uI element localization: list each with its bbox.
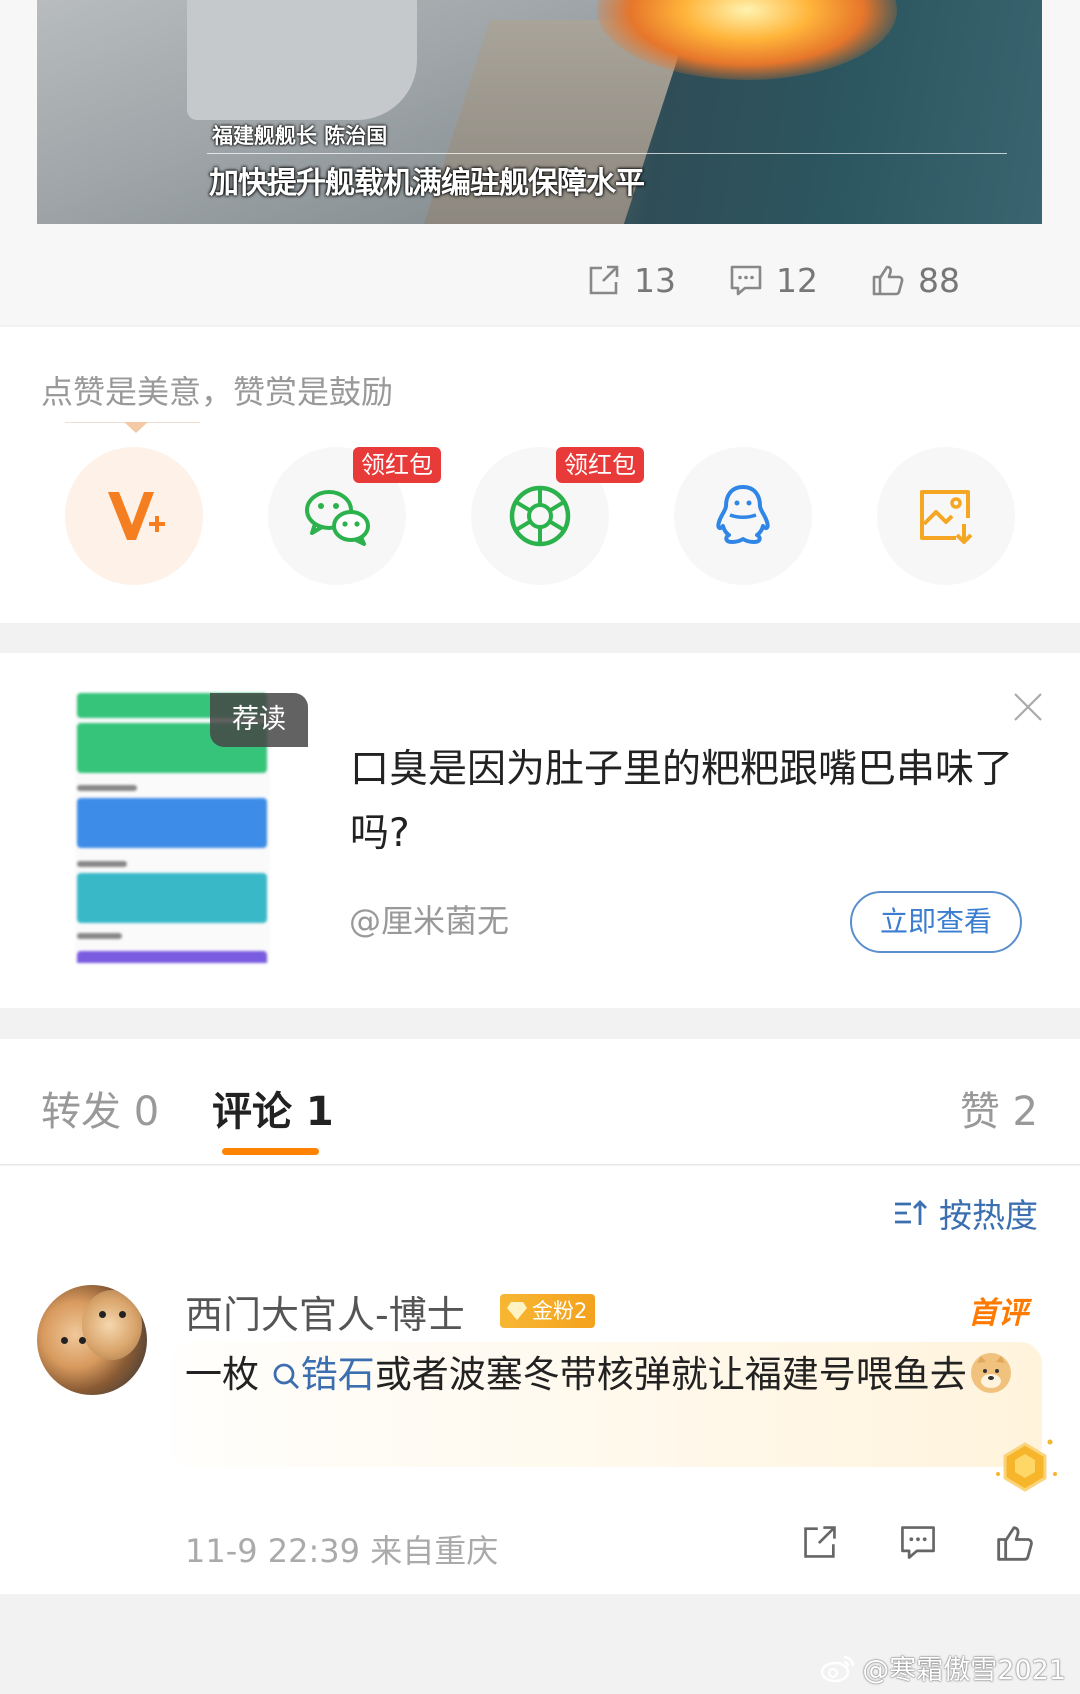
- post-action-bar: 13 12 88: [534, 258, 960, 302]
- tab-like[interactable]: 赞 2: [960, 1079, 1038, 1137]
- recommended-author[interactable]: @厘米菌无: [349, 896, 509, 942]
- qq-icon: [716, 485, 770, 544]
- comment-like-button[interactable]: [994, 1522, 1036, 1564]
- search-icon: [273, 1363, 299, 1389]
- ship-turret-image: [187, 0, 417, 120]
- like-count: 88: [918, 260, 960, 300]
- comment-username[interactable]: 西门大官人-博士: [185, 1284, 465, 1339]
- comment-repost-button[interactable]: [800, 1522, 840, 1562]
- repost-count: 13: [634, 260, 676, 300]
- share-qq-button[interactable]: [674, 447, 812, 585]
- video-caption-speaker: 福建舰舰长 陈治国: [212, 124, 388, 148]
- tab-repost[interactable]: 转发 0: [41, 1079, 159, 1137]
- caption-divider: [207, 153, 1007, 154]
- video-caption-subtitle: 加快提升舰载机满编驻舰保障水平: [209, 166, 645, 201]
- gold-medal-icon: [996, 1439, 1057, 1492]
- post-media-section: 福建舰舰长 陈治国 加快提升舰载机满编驻舰保障水平 13 12 88: [0, 0, 1080, 325]
- watermark-text: @寒霜傲雪2021: [862, 1655, 1066, 1686]
- avatar[interactable]: [37, 1285, 147, 1395]
- comment-icon: [730, 265, 762, 296]
- thumbs-up-icon: [872, 265, 904, 296]
- save-image-button[interactable]: [877, 447, 1015, 585]
- search-keyword-link[interactable]: 锆石: [301, 1353, 375, 1396]
- weibo-logo-icon: [821, 1655, 855, 1682]
- reward-hint: 点赞是美意，赞赏是鼓励: [41, 373, 394, 411]
- comment-text: 一枚 锆石或者波塞冬带核弹就让福建号喂鱼去: [185, 1346, 1035, 1404]
- red-packet-tag-moments: 领红包: [556, 447, 644, 483]
- gem-icon: [507, 1302, 527, 1320]
- close-recommended-button[interactable]: [1012, 691, 1044, 723]
- recommended-badge: 荐读: [210, 693, 308, 747]
- interaction-tabs: 转发 0 评论 1 赞 2: [0, 1039, 1080, 1165]
- fan-badge-label: 金粉2: [532, 1299, 588, 1323]
- comment-text-part: 或者波塞冬带核弹就让福建号喂鱼去: [374, 1353, 967, 1396]
- wechat-icon: [305, 490, 370, 546]
- sort-icon: [895, 1200, 927, 1225]
- fan-badge[interactable]: 金粉2: [500, 1294, 596, 1328]
- moments-icon: [509, 485, 571, 547]
- like-button[interactable]: 88: [870, 261, 960, 300]
- first-comment-label: 首评: [968, 1296, 1028, 1331]
- comment-reply-button[interactable]: [898, 1522, 938, 1562]
- view-now-button[interactable]: 立即查看: [850, 891, 1022, 953]
- reward-v-plus-button[interactable]: [65, 447, 203, 585]
- comment-count: 12: [776, 260, 818, 300]
- sort-label: 按热度: [939, 1196, 1038, 1235]
- v-plus-icon: [108, 492, 165, 540]
- recommended-read-card[interactable]: 荐读 口臭是因为肚子里的粑粑跟嘴巴串味了吗? @厘米菌无 立即查看: [0, 653, 1080, 1008]
- recommended-title[interactable]: 口臭是因为肚子里的粑粑跟嘴巴串味了吗?: [350, 738, 1030, 866]
- comment-icon: [901, 1526, 935, 1559]
- comment-meta: 11-9 22:39 来自重庆: [185, 1532, 499, 1570]
- save-image-icon: [920, 490, 973, 544]
- repost-icon: [589, 265, 619, 295]
- active-tab-indicator: [222, 1148, 319, 1155]
- sort-by-hot-button[interactable]: 按热度: [893, 1189, 1038, 1237]
- hint-pointer: [124, 422, 148, 433]
- comment-list: 按热度 西门大官人-博士 金粉2 首评 一枚 锆石或者波塞冬带核弹就让福建号喂鱼…: [0, 1166, 1080, 1594]
- comment-button[interactable]: 12: [728, 261, 818, 300]
- red-packet-tag-wechat: 领红包: [353, 447, 441, 483]
- weibo-watermark: @寒霜傲雪2021: [820, 1648, 1066, 1687]
- video-thumbnail[interactable]: 福建舰舰长 陈治国 加快提升舰载机满编驻舰保障水平: [37, 0, 1042, 224]
- tab-comment[interactable]: 评论 1: [212, 1079, 334, 1137]
- repost-icon: [804, 1526, 836, 1558]
- close-icon: [1014, 693, 1042, 721]
- repost-button[interactable]: 13: [586, 261, 676, 300]
- thumbs-up-icon: [997, 1526, 1033, 1561]
- reward-share-section: 点赞是美意，赞赏是鼓励 领红包 领红包: [0, 327, 1080, 623]
- doge-emoji-icon: [970, 1353, 1011, 1393]
- comment-text-part: 一枚: [185, 1353, 271, 1396]
